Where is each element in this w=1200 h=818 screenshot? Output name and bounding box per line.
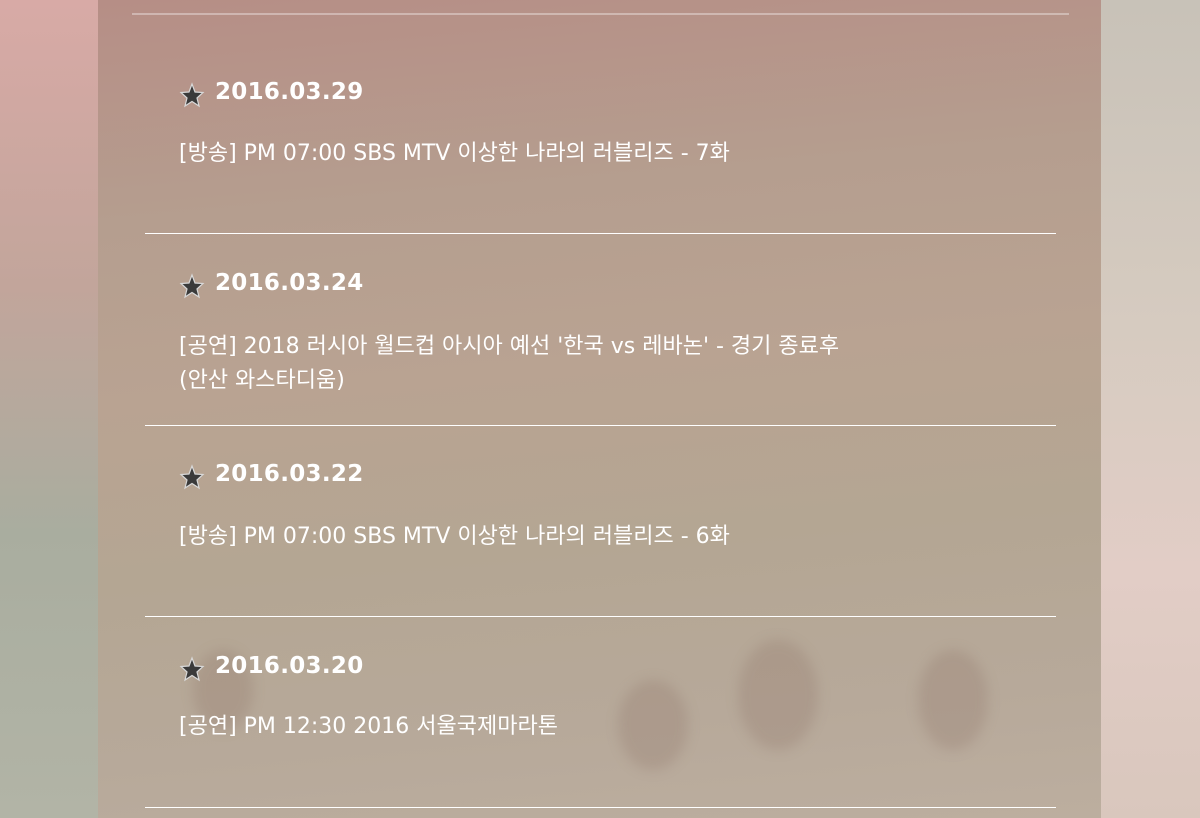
entry-divider <box>145 425 1056 426</box>
entry-date: 2016.03.20 <box>215 653 364 679</box>
star-icon <box>179 273 205 299</box>
background-right <box>1101 0 1200 818</box>
star-icon <box>179 82 205 108</box>
entry-header: 2016.03.24 <box>179 267 364 299</box>
entry-description: [방송] PM 07:00 SBS MTV 이상한 나라의 러블리즈 - 6화 <box>179 524 730 549</box>
entry-divider <box>145 233 1056 234</box>
star-icon <box>179 464 205 490</box>
entry-description: [공연] 2018 러시아 월드컵 아시아 예선 '한국 vs 레바논' - 경… <box>179 334 840 393</box>
entry-header: 2016.03.20 <box>179 650 364 682</box>
entry-header: 2016.03.29 <box>179 76 364 108</box>
top-divider <box>132 13 1069 15</box>
schedule-panel: 2016.03.29 [방송] PM 07:00 SBS MTV 이상한 나라의… <box>98 0 1101 818</box>
entry-divider <box>145 807 1056 808</box>
entry-description: [공연] PM 12:30 2016 서울국제마라톤 <box>179 714 558 739</box>
star-icon <box>179 656 205 682</box>
entry-date: 2016.03.29 <box>215 79 364 105</box>
background-photo <box>738 640 818 750</box>
entry-description: [방송] PM 07:00 SBS MTV 이상한 나라의 러블리즈 - 7화 <box>179 141 730 166</box>
background-left <box>0 0 98 818</box>
entry-header: 2016.03.22 <box>179 458 364 490</box>
background-photo <box>918 650 988 750</box>
background-photo <box>618 680 688 770</box>
entry-date: 2016.03.24 <box>215 270 364 296</box>
entry-divider <box>145 616 1056 617</box>
entry-date: 2016.03.22 <box>215 461 364 487</box>
